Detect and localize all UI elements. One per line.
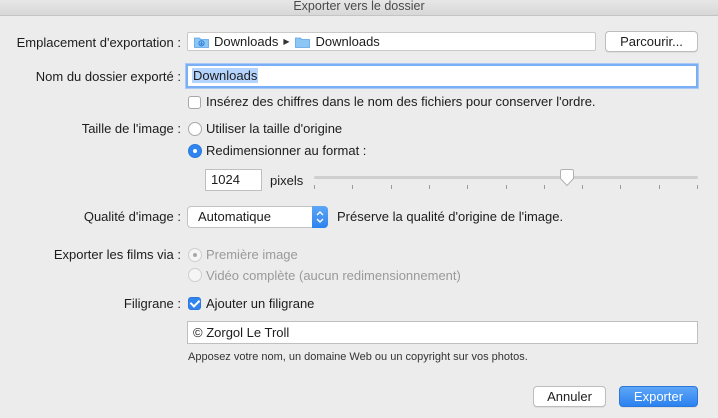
original-size-radio[interactable] [188,122,202,136]
slider-tick [506,185,507,189]
updown-arrows-icon [312,206,328,228]
numbering-label: Insérez des chiffres dans le nom des fic… [206,94,596,109]
quality-description: Préserve la qualité d'origine de l'image… [337,209,564,224]
slider-tick [391,185,392,189]
first-image-radio[interactable] [188,248,202,262]
resize-label: Redimensionner au format : [206,143,367,158]
browse-button[interactable]: Parcourir... [605,31,698,52]
resize-radio[interactable] [188,144,202,158]
watermark-label: Filigrane : [123,296,181,311]
size-slider-track[interactable] [314,176,698,179]
path-crumb[interactable]: Downloads [214,34,278,49]
slider-tick [467,185,468,189]
watermark-checkbox[interactable] [188,297,201,310]
downloads-folder-icon [194,36,209,48]
slider-tick [582,185,583,189]
first-image-label: Première image [206,247,298,262]
slider-tick [620,185,621,189]
slider-tick [429,185,430,189]
folder-name-value: Downloads [192,68,259,83]
export-button[interactable]: Exporter [619,386,698,407]
watermark-hint: Apposez votre nom, un domaine Web ou un … [188,351,528,363]
cancel-button[interactable]: Annuler [533,386,606,407]
folder-name-input[interactable]: Downloads [186,64,698,88]
image-size-label: Taille de l'image : [81,121,181,136]
original-size-label: Utiliser la taille d'origine [206,121,343,136]
path-separator-icon: ▶ [283,37,290,46]
folder-name-label: Nom du dossier exporté : [35,69,181,84]
export-location-path[interactable]: Downloads ▶ Downloads [187,32,596,51]
movies-export-label: Exporter les films via : [53,247,181,262]
numbering-checkbox[interactable] [188,96,201,109]
folder-icon [295,36,311,48]
pixels-input[interactable]: 1024 [205,169,262,191]
slider-tick [697,185,698,189]
slider-tick [314,185,315,189]
quality-label: Qualité d'image : [83,209,181,224]
slider-tick [352,185,353,189]
slider-tick [544,185,545,189]
window-title: Exporter vers le dossier [0,0,718,16]
export-location-label: Emplacement d'exportation : [16,35,181,50]
watermark-input[interactable]: © Zorgol Le Troll [187,321,698,344]
path-crumb[interactable]: Downloads [315,34,379,49]
watermark-checkbox-label: Ajouter un filigrane [206,296,315,311]
full-video-label: Vidéo complète (aucun redimensionnement) [206,268,461,283]
quality-selected: Automatique [198,209,271,224]
size-slider-thumb[interactable] [559,169,575,187]
slider-tick [659,185,660,189]
full-video-radio[interactable] [188,268,202,282]
quality-popup[interactable]: Automatique [187,206,328,228]
pixels-unit-label: pixels [270,173,304,188]
